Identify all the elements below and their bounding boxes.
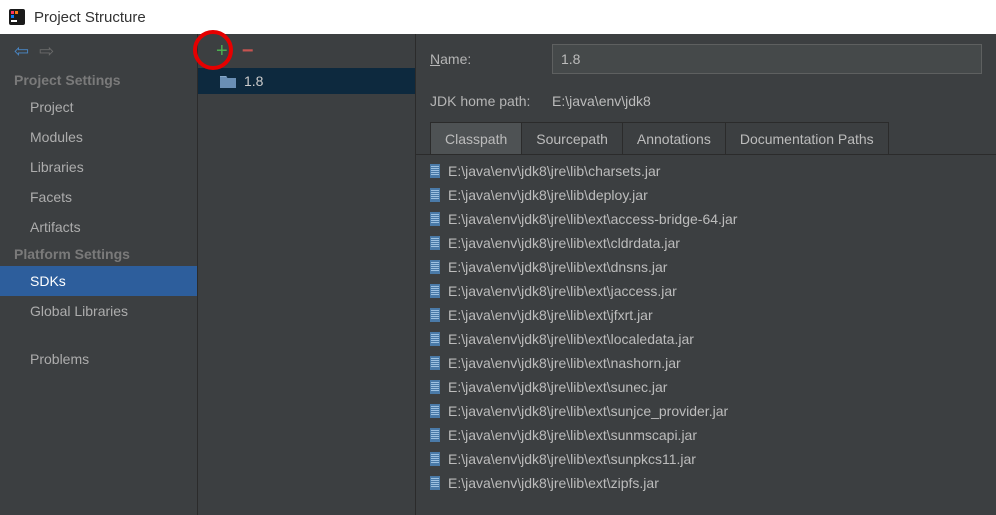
tab-classpath[interactable]: Classpath bbox=[431, 123, 522, 154]
sidebar-item-global-libraries[interactable]: Global Libraries bbox=[0, 296, 197, 326]
title-bar: Project Structure bbox=[0, 0, 996, 34]
classpath-item-path: E:\java\env\jdk8\jre\lib\ext\nashorn.jar bbox=[448, 355, 681, 371]
classpath-item[interactable]: E:\java\env\jdk8\jre\lib\ext\nashorn.jar bbox=[416, 351, 996, 375]
nav-back-icon[interactable]: ⇦ bbox=[14, 42, 29, 60]
classpath-item-path: E:\java\env\jdk8\jre\lib\charsets.jar bbox=[448, 163, 660, 179]
jar-archive-icon bbox=[430, 404, 440, 418]
classpath-item[interactable]: E:\java\env\jdk8\jre\lib\ext\sunmscapi.j… bbox=[416, 423, 996, 447]
classpath-item[interactable]: E:\java\env\jdk8\jre\lib\ext\dnsns.jar bbox=[416, 255, 996, 279]
classpath-item-path: E:\java\env\jdk8\jre\lib\deploy.jar bbox=[448, 187, 648, 203]
jar-archive-icon bbox=[430, 428, 440, 442]
jar-archive-icon bbox=[430, 188, 440, 202]
sdk-details-panel: Name: JDK home path: E:\java\env\jdk8 Cl… bbox=[416, 34, 996, 515]
sidebar-item-problems[interactable]: Problems bbox=[0, 344, 197, 374]
classpath-item[interactable]: E:\java\env\jdk8\jre\lib\ext\jaccess.jar bbox=[416, 279, 996, 303]
platform-settings-header: Platform Settings bbox=[0, 242, 197, 266]
classpath-item-path: E:\java\env\jdk8\jre\lib\ext\localedata.… bbox=[448, 331, 694, 347]
name-label: Name: bbox=[430, 51, 540, 67]
nav-forward-icon: ⇨ bbox=[39, 42, 54, 60]
add-sdk-icon[interactable]: + bbox=[216, 41, 228, 61]
sidebar-item-artifacts[interactable]: Artifacts bbox=[0, 212, 197, 242]
sidebar-item-sdks[interactable]: SDKs bbox=[0, 266, 197, 296]
sdk-item-label: 1.8 bbox=[244, 73, 263, 89]
sdk-list-panel: + − 1.8 bbox=[198, 34, 416, 515]
classpath-item-path: E:\java\env\jdk8\jre\lib\ext\access-brid… bbox=[448, 211, 737, 227]
sidebar-item-modules[interactable]: Modules bbox=[0, 122, 197, 152]
classpath-item-path: E:\java\env\jdk8\jre\lib\ext\sunmscapi.j… bbox=[448, 427, 697, 443]
classpath-item-path: E:\java\env\jdk8\jre\lib\ext\sunjce_prov… bbox=[448, 403, 728, 419]
sdk-list-item[interactable]: 1.8 bbox=[198, 68, 415, 94]
project-settings-header: Project Settings bbox=[0, 68, 197, 92]
window-title: Project Structure bbox=[34, 9, 146, 26]
classpath-list[interactable]: E:\java\env\jdk8\jre\lib\charsets.jar E:\… bbox=[416, 154, 996, 515]
sidebar-item-facets[interactable]: Facets bbox=[0, 182, 197, 212]
sdk-tabs: Classpath Sourcepath Annotations Documen… bbox=[430, 122, 889, 154]
sidebar-item-project[interactable]: Project bbox=[0, 92, 197, 122]
jar-archive-icon bbox=[430, 476, 440, 490]
classpath-item[interactable]: E:\java\env\jdk8\jre\lib\ext\access-brid… bbox=[416, 207, 996, 231]
classpath-item[interactable]: E:\java\env\jdk8\jre\lib\ext\cldrdata.ja… bbox=[416, 231, 996, 255]
home-path-label: JDK home path: bbox=[430, 93, 540, 109]
tab-annotations[interactable]: Annotations bbox=[623, 123, 726, 154]
classpath-item-path: E:\java\env\jdk8\jre\lib\ext\zipfs.jar bbox=[448, 475, 659, 491]
jar-archive-icon bbox=[430, 260, 440, 274]
classpath-item-path: E:\java\env\jdk8\jre\lib\ext\sunpkcs11.j… bbox=[448, 451, 696, 467]
classpath-item[interactable]: E:\java\env\jdk8\jre\lib\deploy.jar bbox=[416, 183, 996, 207]
jar-archive-icon bbox=[430, 332, 440, 346]
classpath-item[interactable]: E:\java\env\jdk8\jre\lib\ext\zipfs.jar bbox=[416, 471, 996, 495]
jar-archive-icon bbox=[430, 164, 440, 178]
jar-archive-icon bbox=[430, 212, 440, 226]
classpath-item[interactable]: E:\java\env\jdk8\jre\lib\charsets.jar bbox=[416, 159, 996, 183]
home-path-value: E:\java\env\jdk8 bbox=[552, 93, 651, 109]
tab-documentation-paths[interactable]: Documentation Paths bbox=[726, 123, 888, 154]
classpath-item-path: E:\java\env\jdk8\jre\lib\ext\cldrdata.ja… bbox=[448, 235, 680, 251]
classpath-item[interactable]: E:\java\env\jdk8\jre\lib\ext\jfxrt.jar bbox=[416, 303, 996, 327]
tab-sourcepath[interactable]: Sourcepath bbox=[522, 123, 623, 154]
folder-icon bbox=[220, 74, 236, 88]
classpath-item-path: E:\java\env\jdk8\jre\lib\ext\jfxrt.jar bbox=[448, 307, 653, 323]
classpath-item[interactable]: E:\java\env\jdk8\jre\lib\ext\sunjce_prov… bbox=[416, 399, 996, 423]
classpath-item-path: E:\java\env\jdk8\jre\lib\ext\jaccess.jar bbox=[448, 283, 677, 299]
sidebar-nav: ⇦ ⇨ Project Settings Project Modules Lib… bbox=[0, 34, 198, 515]
classpath-item-path: E:\java\env\jdk8\jre\lib\ext\dnsns.jar bbox=[448, 259, 667, 275]
jar-archive-icon bbox=[430, 380, 440, 394]
jar-archive-icon bbox=[430, 284, 440, 298]
classpath-item[interactable]: E:\java\env\jdk8\jre\lib\ext\localedata.… bbox=[416, 327, 996, 351]
classpath-item[interactable]: E:\java\env\jdk8\jre\lib\ext\sunpkcs11.j… bbox=[416, 447, 996, 471]
sidebar-item-libraries[interactable]: Libraries bbox=[0, 152, 197, 182]
jar-archive-icon bbox=[430, 356, 440, 370]
classpath-item[interactable]: E:\java\env\jdk8\jre\lib\ext\sunec.jar bbox=[416, 375, 996, 399]
jar-archive-icon bbox=[430, 236, 440, 250]
jar-archive-icon bbox=[430, 308, 440, 322]
intellij-icon bbox=[8, 8, 26, 26]
jar-archive-icon bbox=[430, 452, 440, 466]
sdk-name-input[interactable] bbox=[552, 44, 982, 74]
remove-sdk-icon[interactable]: − bbox=[242, 41, 254, 61]
classpath-item-path: E:\java\env\jdk8\jre\lib\ext\sunec.jar bbox=[448, 379, 667, 395]
